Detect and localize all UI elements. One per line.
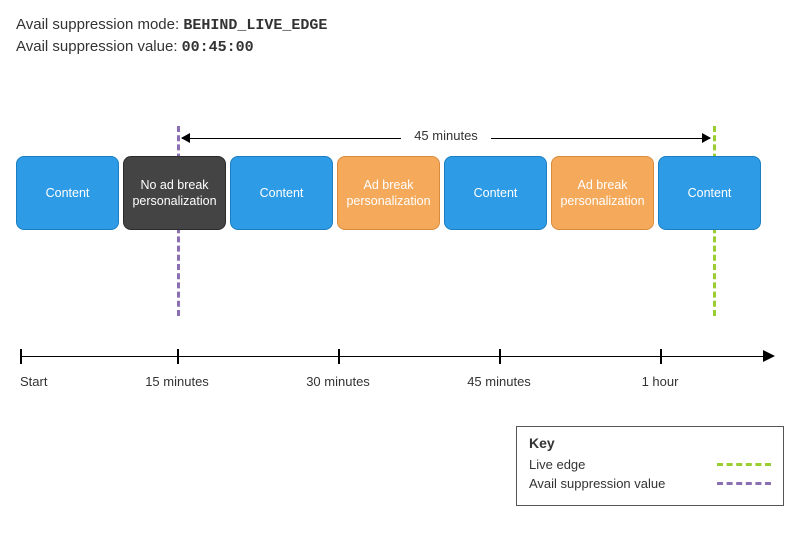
mode-value: BEHIND_LIVE_EDGE xyxy=(183,17,327,34)
span-arrow: 45 minutes xyxy=(182,128,710,148)
timeline-block: Content xyxy=(658,156,761,230)
legend-swatch xyxy=(717,463,771,466)
header-value: Avail suppression value: 00:45:00 xyxy=(16,38,787,56)
timeline-tick xyxy=(338,349,340,364)
timeline-tick-label: 45 minutes xyxy=(467,374,531,389)
legend-row: Avail suppression value xyxy=(529,476,771,491)
timeline-tick-label: 1 hour xyxy=(642,374,679,389)
timeline-arrow-icon xyxy=(763,350,775,362)
timeline-tick xyxy=(499,349,501,364)
timeline-block: No ad break personalization xyxy=(123,156,226,230)
timeline-block: Content xyxy=(16,156,119,230)
timeline-tick-label: 15 minutes xyxy=(145,374,209,389)
blocks-row: ContentNo ad break personalizationConten… xyxy=(16,156,761,230)
diagram: 45 minutes ContentNo ad break personaliz… xyxy=(16,106,787,326)
timeline-tick xyxy=(177,349,179,364)
timeline-block: Content xyxy=(444,156,547,230)
value-label: Avail suppression value: xyxy=(16,38,177,55)
timeline-block: Content xyxy=(230,156,333,230)
timeline-tick xyxy=(20,349,22,364)
mode-label: Avail suppression mode: xyxy=(16,16,179,33)
value-value: 00:45:00 xyxy=(182,39,254,56)
legend-swatch xyxy=(717,482,771,485)
timeline-block: Ad break personalization xyxy=(551,156,654,230)
legend-label: Avail suppression value xyxy=(529,476,665,491)
legend-box: Key Live edge Avail suppression value xyxy=(516,426,784,506)
header-mode: Avail suppression mode: BEHIND_LIVE_EDGE xyxy=(16,16,787,34)
legend-title: Key xyxy=(529,435,771,451)
legend-label: Live edge xyxy=(529,457,585,472)
timeline-tick-label: 30 minutes xyxy=(306,374,370,389)
timeline-tick xyxy=(660,349,662,364)
legend-row: Live edge xyxy=(529,457,771,472)
timeline: Start 15 minutes 30 minutes 45 minutes 1 hou… xyxy=(16,346,787,406)
timeline-tick-label: Start xyxy=(20,374,47,389)
timeline-block: Ad break personalization xyxy=(337,156,440,230)
span-label: 45 minutes xyxy=(401,128,491,143)
